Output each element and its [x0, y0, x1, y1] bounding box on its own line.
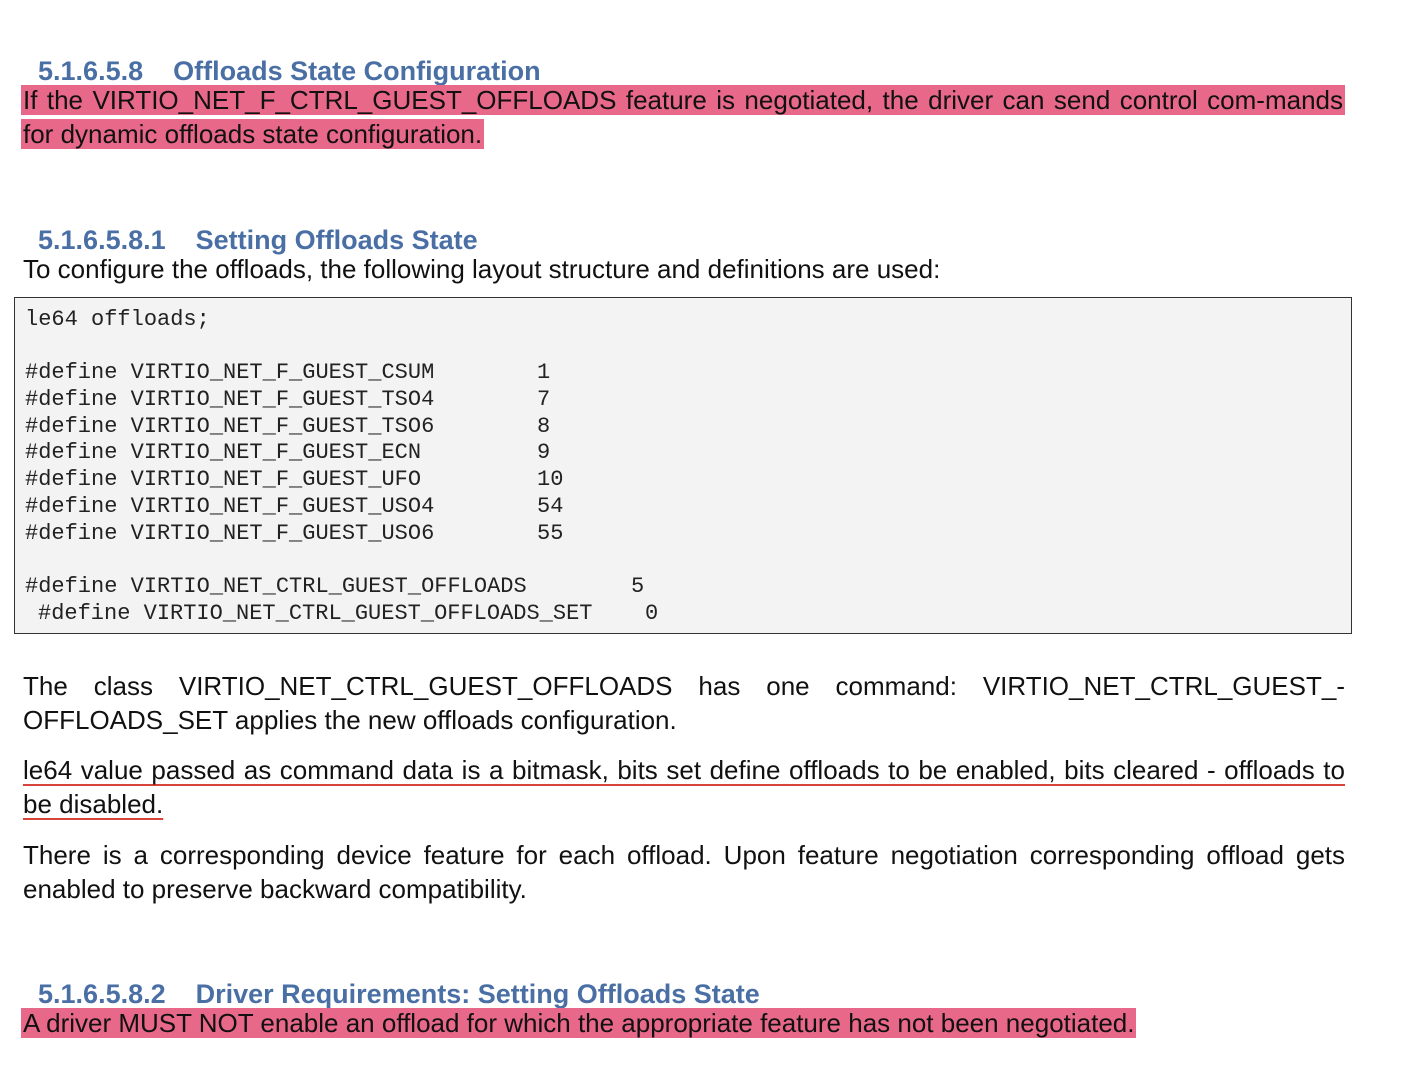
highlighted-text: If the VIRTIO_NET_F_CTRL_GUEST_OFFLOADS … [21, 85, 1345, 149]
code-define-line: #define VIRTIO_NET_F_GUEST_CSUM [25, 360, 435, 385]
code-struct-line: le64 offloads; [25, 307, 210, 332]
code-define-value: 8 [537, 414, 551, 439]
code-block: le64 offloads; #define VIRTIO_NET_F_GUES… [14, 297, 1352, 634]
code-define-value: 55 [537, 521, 564, 546]
underlined-text: le64 value passed as command data is a b… [23, 755, 1345, 819]
code-ctrl-define-value: 0 [645, 601, 659, 626]
section-heading-offloads-state-configuration: 5.1.6.5.8 Offloads State Configuration [23, 20, 541, 88]
code-define-line: #define VIRTIO_NET_F_GUEST_UFO [25, 467, 422, 492]
class-command-paragraph: The class VIRTIO_NET_CTRL_GUEST_OFFLOADS… [23, 671, 1345, 735]
code-ctrl-define-value: 5 [631, 574, 645, 599]
driver-requirement-paragraph: A driver MUST NOT enable an offload for … [21, 1006, 1345, 1040]
code-define-value: 10 [537, 467, 564, 492]
code-define-line: #define VIRTIO_NET_F_GUEST_TSO6 [25, 414, 435, 439]
code-define-value: 7 [537, 387, 551, 412]
section-heading-setting-offloads-state: 5.1.6.5.8.1 Setting Offloads State [23, 189, 478, 257]
code-define-value: 9 [537, 440, 551, 465]
feature-negotiation-paragraph: If the VIRTIO_NET_F_CTRL_GUEST_OFFLOADS … [21, 83, 1345, 151]
code-ctrl-define-line: #define VIRTIO_NET_CTRL_GUEST_OFFLOADS_S… [38, 601, 593, 626]
code-define-line: #define VIRTIO_NET_F_GUEST_USO4 [25, 494, 435, 519]
layout-intro-text: To configure the offloads, the following… [23, 254, 941, 284]
code-define-line: #define VIRTIO_NET_F_GUEST_ECN [25, 440, 422, 465]
device-feature-paragraph: There is a corresponding device feature … [23, 840, 1345, 904]
code-define-line: #define VIRTIO_NET_F_GUEST_TSO4 [25, 387, 435, 412]
section-heading-driver-requirements: 5.1.6.5.8.2 Driver Requirements: Setting … [23, 943, 760, 1011]
code-define-value: 1 [537, 360, 551, 385]
code-define-value: 54 [537, 494, 564, 519]
bitmask-paragraph: le64 value passed as command data is a b… [23, 753, 1345, 821]
code-define-line: #define VIRTIO_NET_F_GUEST_USO6 [25, 521, 435, 546]
code-ctrl-define-line: #define VIRTIO_NET_CTRL_GUEST_OFFLOADS [25, 574, 527, 599]
highlighted-text: A driver MUST NOT enable an offload for … [21, 1008, 1137, 1038]
